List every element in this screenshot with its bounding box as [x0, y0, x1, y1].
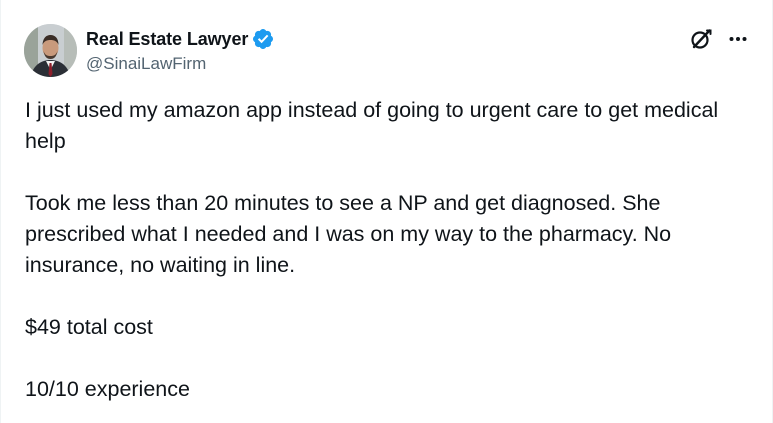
post-paragraph: $49 total cost — [25, 315, 153, 339]
author-avatar[interactable] — [24, 24, 77, 77]
post-paragraph: 10/10 experience — [25, 377, 190, 401]
post-card: Real Estate Lawyer @SinaiLawFirm I just … — [0, 0, 773, 423]
author-display-name[interactable]: Real Estate Lawyer — [86, 29, 248, 50]
author-handle[interactable]: @SinaiLawFirm — [86, 54, 206, 74]
post-text: I just used my amazon app instead of goi… — [25, 95, 755, 405]
avatar-image — [24, 24, 77, 77]
grok-icon[interactable] — [688, 26, 714, 52]
more-horizontal-icon[interactable] — [725, 26, 751, 52]
verified-badge-icon[interactable] — [252, 28, 274, 50]
post-paragraph: Took me less than 20 minutes to see a NP… — [25, 191, 672, 277]
author-name-row[interactable]: Real Estate Lawyer — [86, 27, 274, 51]
post-paragraph: I just used my amazon app instead of goi… — [25, 98, 719, 153]
